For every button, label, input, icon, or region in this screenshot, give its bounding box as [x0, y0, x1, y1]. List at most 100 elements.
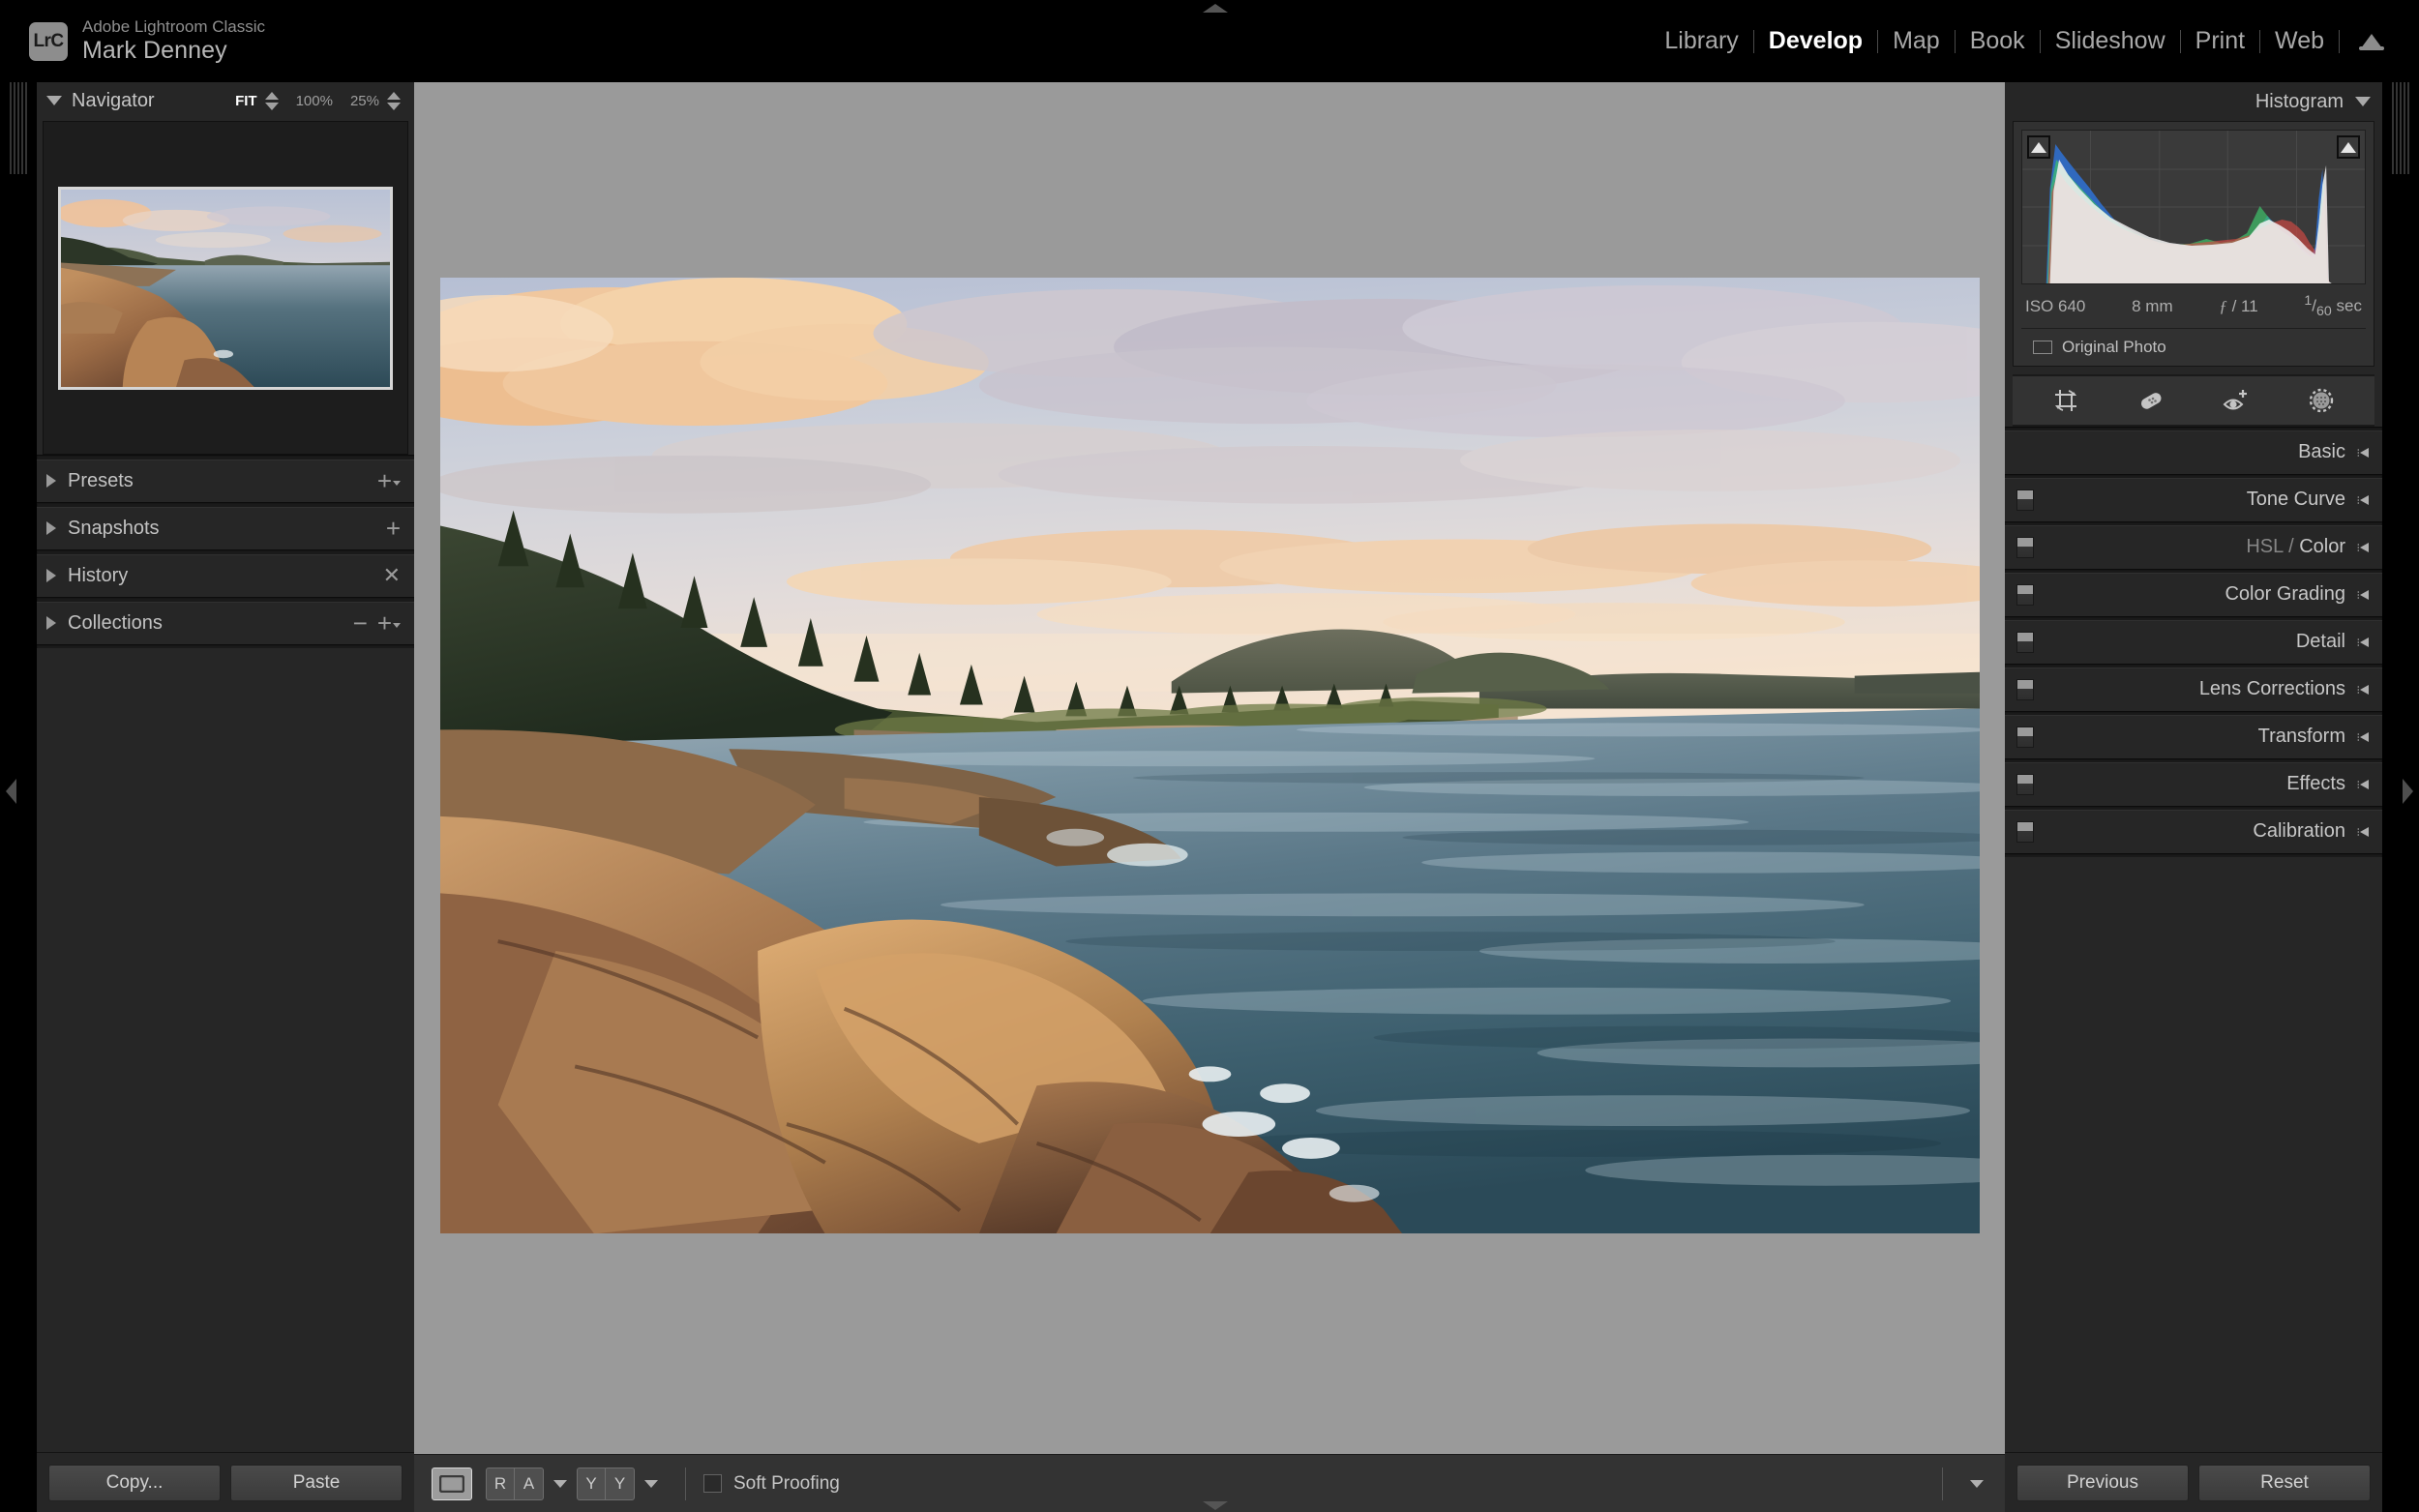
- navigator-thumbnail-image: [61, 189, 390, 387]
- zoom-fit[interactable]: FIT: [235, 93, 257, 109]
- panel-section-basic[interactable]: Basic: [2005, 430, 2382, 475]
- presets-label: Presets: [68, 469, 134, 491]
- module-print[interactable]: Print: [2181, 27, 2259, 55]
- filmstrip-collapse-icon[interactable]: [1203, 1501, 1228, 1510]
- compare-left-label: Y: [578, 1468, 606, 1499]
- calibration-switch[interactable]: [2016, 821, 2034, 844]
- reset-button[interactable]: Reset: [2198, 1464, 2371, 1501]
- module-library[interactable]: Library: [1650, 27, 1752, 55]
- collapse-triangle-icon[interactable]: [2357, 825, 2371, 839]
- soft-proofing-label: Soft Proofing: [733, 1472, 840, 1494]
- collapse-triangle-icon[interactable]: [2357, 446, 2371, 460]
- panel-section-lens-corrections[interactable]: Lens Corrections: [2005, 667, 2382, 712]
- previous-button[interactable]: Previous: [2016, 1464, 2189, 1501]
- left-section-collections[interactable]: Collections − +: [37, 601, 414, 644]
- collapse-triangle-icon[interactable]: [2357, 636, 2371, 649]
- collections-remove-icon[interactable]: −: [353, 610, 368, 636]
- zoom-100[interactable]: 100%: [296, 93, 333, 109]
- masking-tool[interactable]: [2307, 386, 2336, 415]
- original-photo-row[interactable]: Original Photo: [2021, 328, 2366, 366]
- collections-add-icon[interactable]: +: [377, 610, 401, 636]
- chevron-right-icon[interactable]: [46, 569, 56, 582]
- histogram-graph[interactable]: [2021, 130, 2366, 284]
- collapse-triangle-icon[interactable]: [2357, 541, 2371, 554]
- presets-add-icon[interactable]: +: [377, 468, 401, 493]
- left-panel-collapse-icon[interactable]: [6, 779, 16, 804]
- zoom-fit-stepper[interactable]: [264, 91, 279, 110]
- effects-label: Effects: [2286, 773, 2345, 795]
- module-separator: [2339, 29, 2340, 53]
- lens-corrections-label: Lens Corrections: [2198, 678, 2345, 700]
- chevron-right-icon[interactable]: [46, 474, 56, 488]
- image-canvas[interactable]: [414, 82, 2005, 1454]
- loupe-view-button[interactable]: [432, 1467, 472, 1500]
- paste-button[interactable]: Paste: [230, 1464, 403, 1501]
- toolbar-toggle-icon[interactable]: [1970, 1479, 1984, 1488]
- before-after-button[interactable]: R A: [486, 1467, 544, 1500]
- module-develop[interactable]: Develop: [1754, 27, 1877, 55]
- hsl-color-switch[interactable]: [2016, 537, 2034, 559]
- hsl-prefix[interactable]: HSL /: [2246, 536, 2299, 557]
- tone-curve-switch[interactable]: [2016, 489, 2034, 512]
- collapse-triangle-icon[interactable]: [2357, 493, 2371, 507]
- panel-section-effects[interactable]: Effects: [2005, 762, 2382, 807]
- transform-switch[interactable]: [2016, 726, 2034, 749]
- top-panel-collapse-icon[interactable]: [1203, 4, 1228, 13]
- chevron-down-icon[interactable]: [46, 96, 62, 105]
- identity-plate[interactable]: Adobe Lightroom Classic Mark Denney: [82, 17, 265, 66]
- left-section-presets[interactable]: Presets +: [37, 459, 414, 502]
- panel-section-calibration[interactable]: Calibration: [2005, 810, 2382, 854]
- exif-aperture: ƒ / 11: [2219, 297, 2257, 316]
- left-section-history[interactable]: History ✕: [37, 553, 414, 597]
- lens-corrections-switch[interactable]: [2016, 679, 2034, 701]
- collapse-triangle-icon[interactable]: [2357, 683, 2371, 697]
- right-panel-grip[interactable]: [2392, 82, 2409, 174]
- compare-view-button[interactable]: Y Y: [577, 1467, 635, 1500]
- effects-switch[interactable]: [2016, 774, 2034, 796]
- left-section-snapshots[interactable]: Snapshots +: [37, 506, 414, 549]
- panel-section-detail[interactable]: Detail: [2005, 620, 2382, 665]
- module-map[interactable]: Map: [1878, 27, 1955, 55]
- right-panel-body: Histogram ISO 640 8 mm ƒ / 11 1/60 sec O…: [2005, 82, 2382, 1512]
- loupe-view-icon: [439, 1474, 464, 1493]
- highlight-clipping-icon[interactable]: [2337, 135, 2360, 159]
- compare-options-icon[interactable]: [644, 1479, 658, 1488]
- spot-removal-tool[interactable]: [2136, 386, 2165, 415]
- collapse-triangle-icon[interactable]: [2357, 778, 2371, 791]
- zoom-ratio-stepper[interactable]: [387, 91, 401, 110]
- copy-button[interactable]: Copy...: [48, 1464, 221, 1501]
- panel-section-hsl-color[interactable]: HSL / Color: [2005, 525, 2382, 570]
- panel-section-transform[interactable]: Transform: [2005, 715, 2382, 759]
- module-book[interactable]: Book: [1956, 27, 2040, 55]
- right-panel-collapse-icon[interactable]: [2403, 779, 2413, 804]
- zoom-25[interactable]: 25%: [350, 93, 379, 109]
- navigator-header[interactable]: Navigator FIT 100% 25%: [37, 82, 414, 119]
- snapshots-add-icon[interactable]: +: [386, 516, 401, 541]
- navigator-thumbnail[interactable]: [58, 186, 393, 390]
- red-eye-correction-tool[interactable]: [2222, 386, 2251, 415]
- history-clear-icon[interactable]: ✕: [383, 565, 401, 586]
- collapse-triangle-icon[interactable]: [2357, 730, 2371, 744]
- chevron-right-icon[interactable]: [46, 616, 56, 630]
- panel-section-color-grading[interactable]: Color Grading: [2005, 573, 2382, 617]
- chevron-right-icon[interactable]: [46, 521, 56, 535]
- detail-switch[interactable]: [2016, 632, 2034, 654]
- color-label[interactable]: Color: [2299, 536, 2345, 557]
- original-photo-checkbox[interactable]: [2033, 341, 2052, 355]
- exif-focal-length: 8 mm: [2132, 296, 2173, 315]
- collapse-triangle-icon[interactable]: [2357, 588, 2371, 602]
- color-grading-switch[interactable]: [2016, 584, 2034, 607]
- before-after-options-icon[interactable]: [553, 1479, 567, 1488]
- left-panel-grip[interactable]: [10, 82, 27, 174]
- shadow-clipping-icon[interactable]: [2027, 135, 2050, 159]
- chevron-down-icon[interactable]: [2355, 97, 2371, 106]
- histogram-header[interactable]: Histogram: [2005, 82, 2382, 121]
- crop-overlay-tool[interactable]: [2051, 386, 2080, 415]
- develop-photo[interactable]: [440, 278, 1980, 1233]
- soft-proofing-checkbox[interactable]: [703, 1474, 722, 1493]
- module-slideshow[interactable]: Slideshow: [2041, 27, 2180, 55]
- cloud-icon[interactable]: [2355, 31, 2388, 52]
- panel-section-tone-curve[interactable]: Tone Curve: [2005, 478, 2382, 522]
- navigator-preview[interactable]: [43, 121, 408, 455]
- module-web[interactable]: Web: [2260, 27, 2339, 55]
